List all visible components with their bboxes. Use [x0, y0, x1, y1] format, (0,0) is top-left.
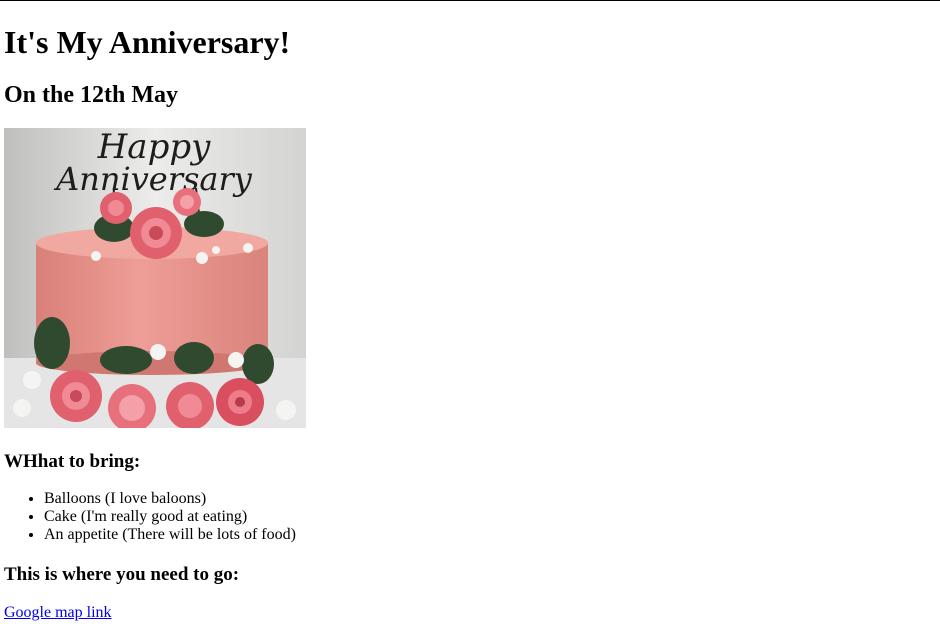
google-map-link[interactable]: Google map link [4, 604, 112, 622]
bring-list: Balloons (I love baloons) Cake (I'm real… [4, 490, 296, 544]
cake-photo-icon: Happy Anniversary [4, 128, 306, 428]
list-item: An appetite (There will be lots of food) [44, 526, 296, 544]
svg-text:Anniversary: Anniversary [53, 160, 253, 198]
page-title: It's My Anniversary! [4, 24, 291, 60]
directions-heading: This is where you need to go: [4, 564, 240, 585]
page-subtitle: On the 12th May [4, 82, 178, 108]
bring-heading: WHhat to bring: [4, 451, 141, 472]
top-border [0, 0, 940, 1]
anniversary-cake-image: Happy Anniversary [4, 128, 306, 428]
list-item: Balloons (I love baloons) [44, 490, 296, 508]
list-item: Cake (I'm really good at eating) [44, 508, 296, 526]
